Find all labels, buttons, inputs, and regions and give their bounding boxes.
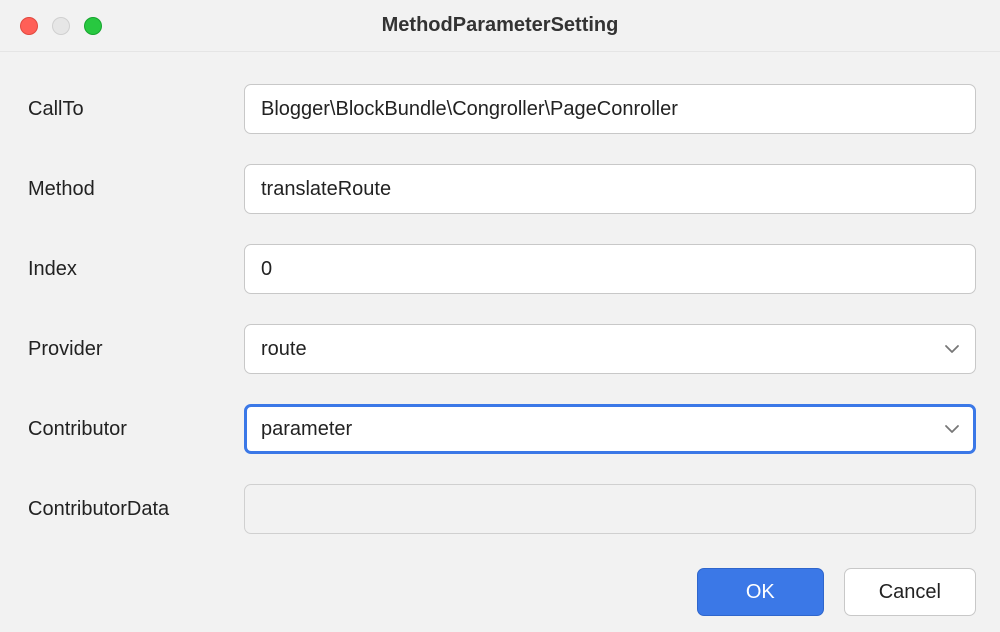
row-method: Method <box>24 164 976 214</box>
row-index: Index <box>24 244 976 294</box>
label-provider: Provider <box>24 338 244 361</box>
button-row: OK Cancel <box>0 564 1000 616</box>
minimize-window-button[interactable] <box>52 17 70 35</box>
method-input[interactable] <box>244 164 976 214</box>
ok-button[interactable]: OK <box>697 568 824 616</box>
contributor-value: parameter <box>261 418 352 441</box>
row-provider: Provider route <box>24 324 976 374</box>
provider-value: route <box>261 338 307 361</box>
cancel-button[interactable]: Cancel <box>844 568 976 616</box>
row-callto: CallTo <box>24 84 976 134</box>
index-input[interactable] <box>244 244 976 294</box>
provider-select[interactable]: route <box>244 324 976 374</box>
label-method: Method <box>24 178 244 201</box>
titlebar: MethodParameterSetting <box>0 0 1000 52</box>
row-contributor: Contributor parameter <box>24 404 976 454</box>
close-window-button[interactable] <box>20 17 38 35</box>
row-contributordata: ContributorData <box>24 484 976 534</box>
contributordata-box <box>244 484 976 534</box>
label-callto: CallTo <box>24 98 244 121</box>
label-contributor: Contributor <box>24 418 244 441</box>
window-title: MethodParameterSetting <box>382 14 619 37</box>
callto-input[interactable] <box>244 84 976 134</box>
traffic-lights <box>20 17 102 35</box>
label-index: Index <box>24 258 244 281</box>
zoom-window-button[interactable] <box>84 17 102 35</box>
label-contributordata: ContributorData <box>24 498 244 521</box>
contributor-select[interactable]: parameter <box>244 404 976 454</box>
form-content: CallTo Method Index Provider route Contr… <box>0 52 1000 534</box>
